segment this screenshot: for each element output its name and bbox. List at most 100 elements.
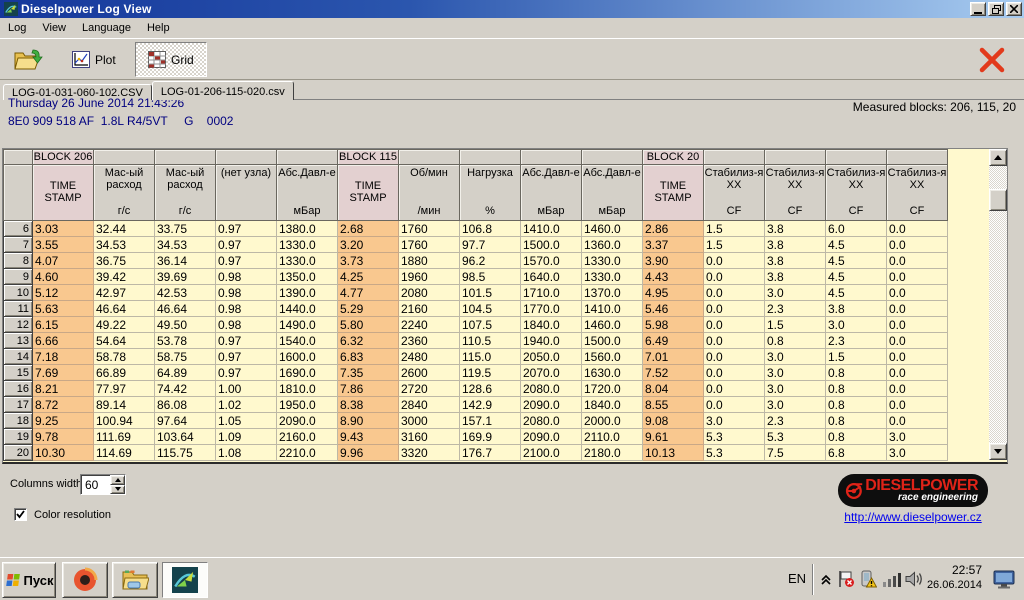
tab-2[interactable]: LOG-01-206-115-020.csv <box>152 81 294 100</box>
table-row: 115.6346.6446.640.981440.05.292160104.51… <box>4 301 948 317</box>
color-resolution-checkbox[interactable] <box>14 508 27 521</box>
taskbar-logview-button[interactable] <box>162 562 208 598</box>
grid-column-header-text: Стабилиз-я ХХCF <box>826 165 886 220</box>
table-row: 2010.30114.69115.751.082210.09.963320176… <box>4 445 948 461</box>
vertical-scrollbar[interactable] <box>989 149 1007 460</box>
tray-separator <box>812 564 814 595</box>
grid-cell: 0.0 <box>887 221 948 237</box>
tray-device-button[interactable] <box>859 570 877 588</box>
row-header-button[interactable]: 13 <box>4 333 33 349</box>
grid-cell: 1880 <box>399 253 460 269</box>
row-header-button[interactable]: 17 <box>4 397 33 413</box>
close-button[interactable] <box>1006 2 1022 16</box>
grid-cell: 0.0 <box>704 269 765 285</box>
spin-up-button[interactable] <box>110 475 125 485</box>
grid-cell: 98.5 <box>460 269 521 285</box>
grid-cell: 107.5 <box>460 317 521 333</box>
tray-network-button[interactable] <box>883 570 901 588</box>
grid-column-header-text: Мас-ый расходг/с <box>94 165 154 220</box>
row-header-button[interactable]: 19 <box>4 429 33 445</box>
row-header-button[interactable]: 8 <box>4 253 33 269</box>
plot-button[interactable]: Plot <box>62 44 126 75</box>
minimize-button[interactable] <box>970 2 986 16</box>
dieselpower-logo: DIESELPOWER race engineering <box>838 474 988 507</box>
row-header-button[interactable]: 15 <box>4 365 33 381</box>
row-header-button[interactable]: 6 <box>4 221 33 237</box>
taskbar-clock[interactable]: 22:57 26.06.2014 <box>924 563 982 593</box>
tray-flag-button[interactable] <box>837 570 855 588</box>
logo-title: DIESELPOWER <box>865 478 978 493</box>
taskbar-browser-button[interactable] <box>62 562 108 598</box>
row-header-button[interactable]: 16 <box>4 381 33 397</box>
grid-cell: 3.0 <box>826 317 887 333</box>
table-row: 126.1549.2249.500.981490.05.802240107.51… <box>4 317 948 333</box>
grid-cell: 3.8 <box>765 237 826 253</box>
tray-volume-button[interactable] <box>905 570 923 588</box>
grid-cell: 7.86 <box>338 381 399 397</box>
scroll-down-button[interactable] <box>989 443 1007 460</box>
grid-cell: 1.5 <box>765 317 826 333</box>
grid-cell: 2000.0 <box>582 413 643 429</box>
exit-button[interactable] <box>972 45 1012 75</box>
grid-cell: 1460.0 <box>582 221 643 237</box>
column-unit: CF <box>849 206 864 217</box>
column-unit: /мин <box>418 206 441 217</box>
menu-item-help[interactable]: Help <box>139 19 178 37</box>
row-header-button[interactable]: 11 <box>4 301 33 317</box>
row-header-button[interactable]: 7 <box>4 237 33 253</box>
grid-button-label: Grid <box>171 53 194 67</box>
language-indicator[interactable]: EN <box>788 571 806 586</box>
grid-cell: 39.42 <box>94 269 155 285</box>
grid-cell: 2.3 <box>765 413 826 429</box>
grid-cell: 176.7 <box>460 445 521 461</box>
row-header-button[interactable]: 20 <box>4 445 33 461</box>
grid-cell: 0.8 <box>826 381 887 397</box>
show-desktop-button[interactable] <box>992 569 1016 589</box>
scroll-up-button[interactable] <box>989 149 1007 166</box>
spin-down-button[interactable] <box>110 485 125 495</box>
column-title: Стабилиз-я ХХ <box>766 167 825 191</box>
row-header-button[interactable]: 10 <box>4 285 33 301</box>
grid-cell: 3.0 <box>887 429 948 445</box>
website-link[interactable]: http://www.dieselpower.cz <box>838 510 988 524</box>
grid-cell: 9.61 <box>643 429 704 445</box>
start-button[interactable]: Пуск <box>2 562 56 598</box>
grid-cell: 1950.0 <box>277 397 338 413</box>
restore-button[interactable] <box>988 2 1004 16</box>
tray-chevron-button[interactable] <box>817 570 835 588</box>
row-header-button[interactable]: 9 <box>4 269 33 285</box>
grid-cell: 2720 <box>399 381 460 397</box>
grid-button[interactable]: Grid <box>135 42 207 77</box>
menu-item-language[interactable]: Language <box>74 19 139 37</box>
grid-cell: 58.78 <box>94 349 155 365</box>
taskbar-explorer-button[interactable] <box>112 562 158 598</box>
open-file-button[interactable] <box>8 43 48 76</box>
grid-cell: 1490.0 <box>277 317 338 333</box>
grid-cell: 3.0 <box>765 285 826 301</box>
columns-width-spinner[interactable]: 60 <box>80 474 126 495</box>
table-row: 84.0736.7536.140.971330.03.73188096.2157… <box>4 253 948 269</box>
scrollbar-thumb[interactable] <box>989 189 1007 211</box>
grid-cell: 77.97 <box>94 381 155 397</box>
grid-cell: 2360 <box>399 333 460 349</box>
grid-cell: 0.8 <box>826 429 887 445</box>
row-header-button[interactable]: 12 <box>4 317 33 333</box>
grid-cell: 0.0 <box>704 301 765 317</box>
grid-cell: 0.0 <box>887 253 948 269</box>
grid-cell: 49.50 <box>155 317 216 333</box>
grid-cell: 2240 <box>399 317 460 333</box>
grid-cell: 4.60 <box>33 269 94 285</box>
spin-down-icon <box>115 487 121 491</box>
grid-cell: 3.0 <box>765 349 826 365</box>
menu-item-log[interactable]: Log <box>0 19 34 37</box>
row-header-button[interactable]: 14 <box>4 349 33 365</box>
menu-item-view[interactable]: View <box>34 19 74 37</box>
grid-column-header: Абс.Давл-емБар <box>582 165 643 221</box>
title-bar: Dieselpower Log View <box>0 0 1024 18</box>
row-header-button[interactable]: 18 <box>4 413 33 429</box>
grid-cell: 101.5 <box>460 285 521 301</box>
grid-block-empty <box>216 150 277 165</box>
column-title: TIME STAMP <box>349 180 386 204</box>
columns-width-value[interactable]: 60 <box>81 475 110 494</box>
grid-cell: 9.43 <box>338 429 399 445</box>
